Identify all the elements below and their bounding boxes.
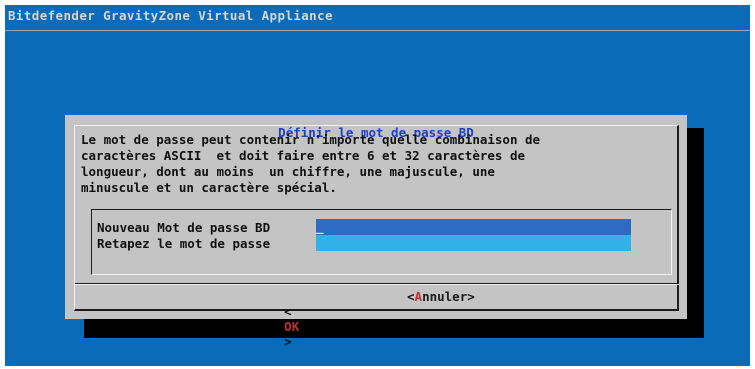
new-password-row: Nouveau Mot de passe BD _	[92, 219, 652, 235]
confirm-password-label: Retapez le mot de passe	[97, 236, 271, 251]
terminal-screen: Bitdefender GravityZone Virtual Applianc…	[5, 5, 750, 366]
app-title: Bitdefender GravityZone Virtual Applianc…	[8, 8, 333, 23]
ok-label-rest: K	[291, 319, 300, 334]
new-password-label: Nouveau Mot de passe BD	[97, 220, 271, 235]
cancel-button[interactable]: <Annuler>	[407, 289, 475, 304]
ok-button[interactable]: < OK >	[239, 289, 299, 364]
cancel-open-bracket: <	[407, 289, 415, 304]
ok-close-bracket: >	[284, 334, 292, 349]
dialog-description: Le mot de passe peut contenir n'importe …	[81, 132, 541, 195]
confirm-password-row: Retapez le mot de passe	[92, 235, 652, 251]
ok-hotkey: O	[284, 319, 292, 334]
text-cursor: _	[316, 219, 324, 234]
new-password-field[interactable]: _	[316, 219, 631, 235]
ok-open-bracket: <	[284, 304, 292, 319]
cancel-hotkey: A	[414, 289, 423, 304]
cancel-label-rest: nnuler	[422, 289, 468, 304]
password-dialog: Définir le mot de passe BD Le mot de pas…	[65, 115, 687, 349]
cancel-close-bracket: >	[467, 289, 475, 304]
button-divider	[75, 283, 679, 285]
title-divider	[5, 30, 750, 31]
password-form: Nouveau Mot de passe BD _ Retapez le mot…	[91, 209, 672, 275]
confirm-password-field[interactable]	[316, 235, 631, 251]
